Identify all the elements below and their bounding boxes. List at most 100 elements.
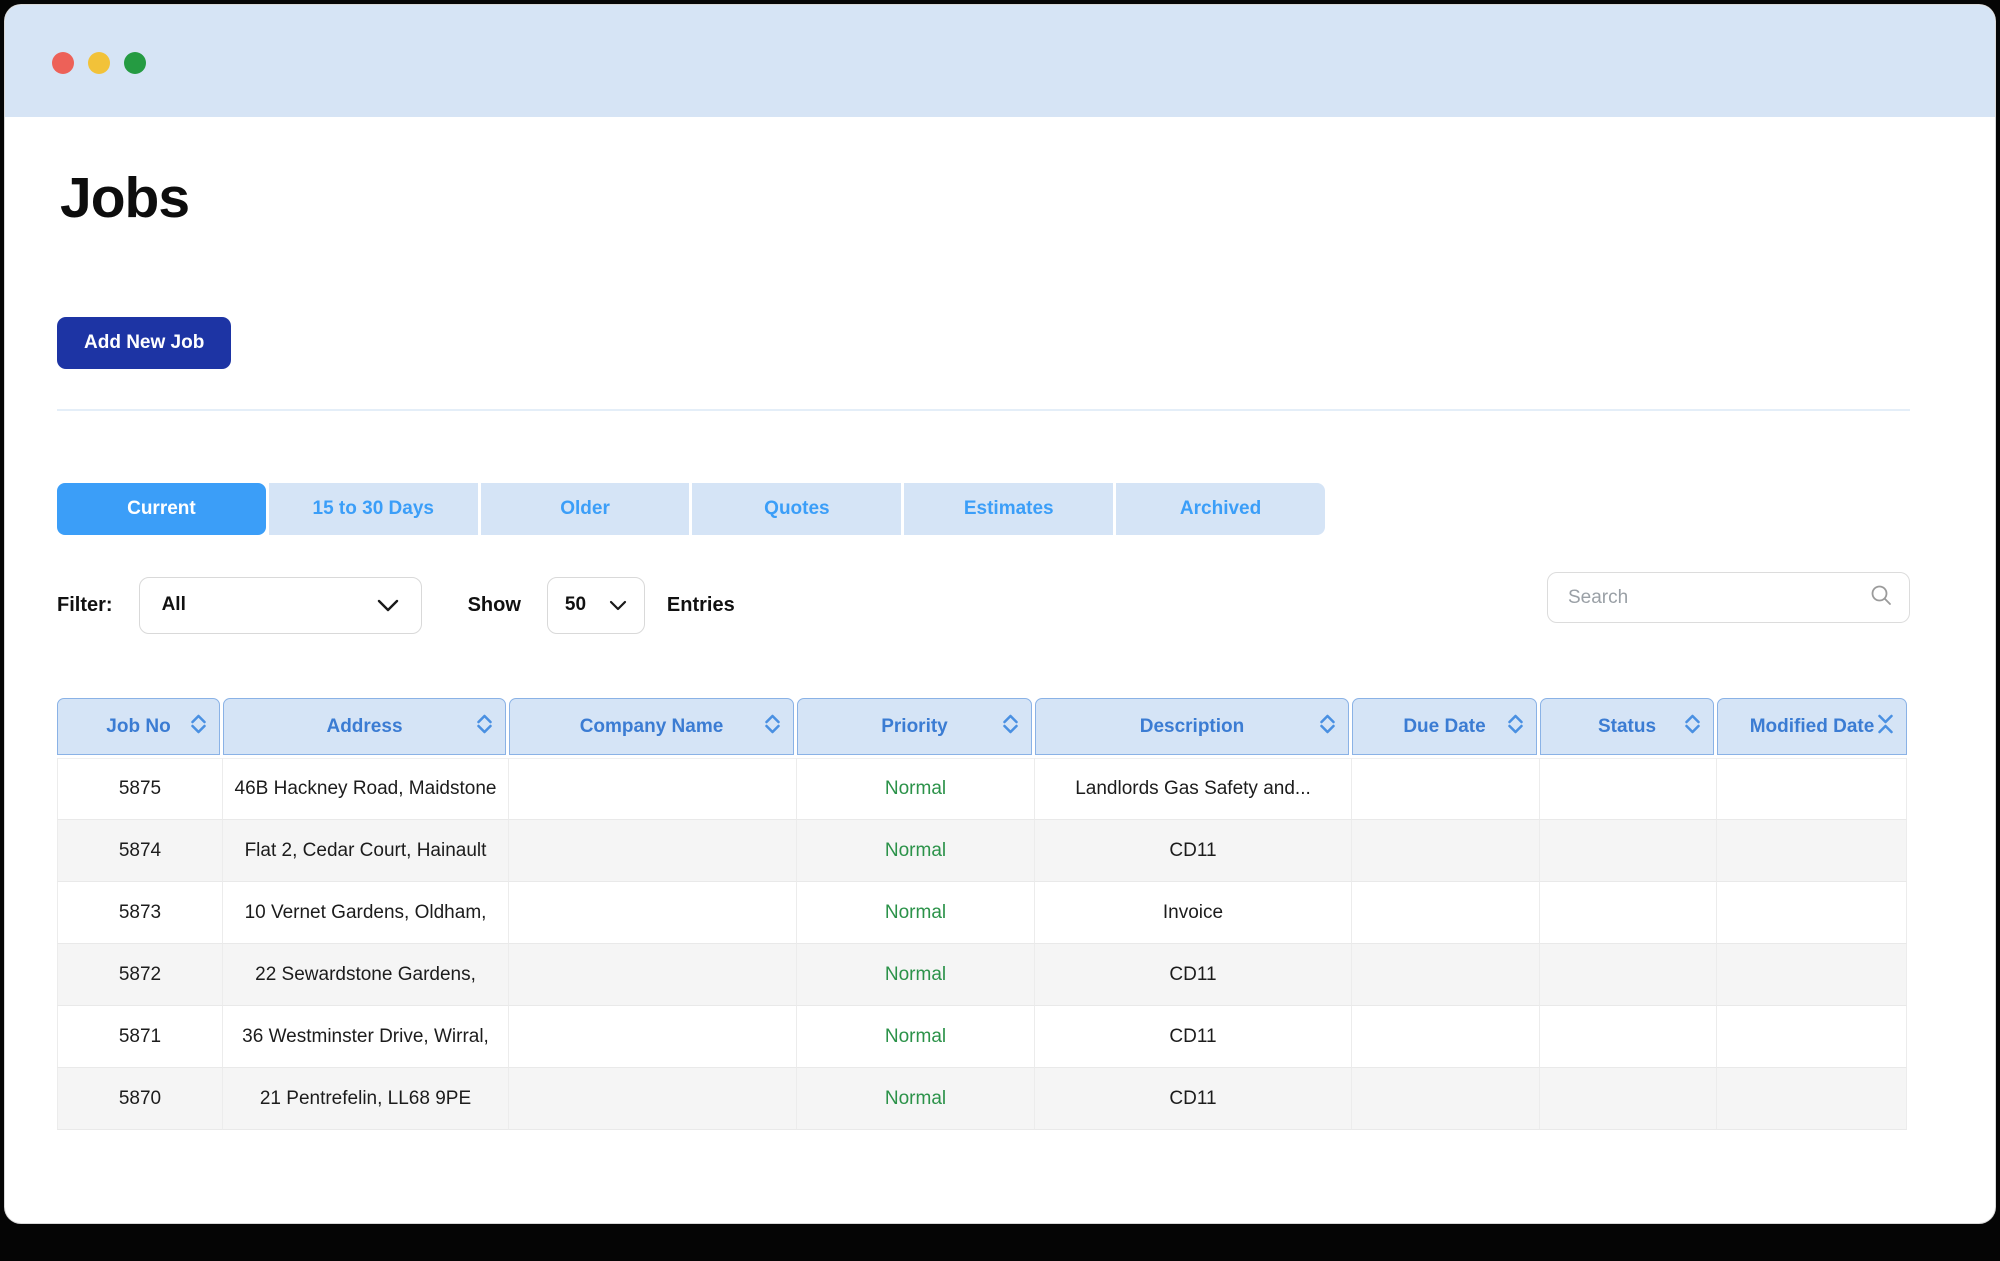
cell-modified-date: [1717, 944, 1907, 1006]
cell-status: [1540, 1006, 1717, 1068]
cell-address: 36 Westminster Drive, Wirral,: [223, 1006, 509, 1068]
table-row-job-5871[interactable]: 5871 36 Westminster Drive, Wirral, Normal C…: [57, 1006, 1907, 1068]
cell-address: 21 Pentrefelin, LL68 9PE: [223, 1068, 509, 1130]
cell-description: Invoice: [1035, 882, 1352, 944]
column-header-company-name[interactable]: Company Name: [509, 698, 794, 755]
cell-description: CD11: [1035, 944, 1352, 1006]
column-header-due-date[interactable]: Due Date: [1352, 698, 1537, 755]
sort-icon[interactable]: [191, 714, 206, 740]
column-header-priority[interactable]: Priority: [797, 698, 1032, 755]
sort-icon[interactable]: [1320, 714, 1335, 740]
cell-due-date: [1352, 820, 1540, 882]
show-entries-value: 50: [564, 594, 587, 615]
filter-dropdown-value: All: [161, 594, 186, 615]
cell-status: [1540, 882, 1717, 944]
sort-icon[interactable]: [765, 714, 780, 740]
cell-description: CD11: [1035, 1068, 1352, 1130]
cell-priority: Normal: [797, 1068, 1035, 1130]
cell-status: [1540, 944, 1717, 1006]
jobs-table-header: Job No Address Company Name Priority Descrip…: [57, 698, 1907, 755]
add-new-job-button[interactable]: Add New Job: [57, 317, 232, 369]
cell-priority: Normal: [797, 1006, 1035, 1068]
cell-priority: Normal: [797, 944, 1035, 1006]
entries-label: Entries: [666, 593, 735, 616]
column-label: Company Name: [579, 715, 724, 737]
column-header-address[interactable]: Address: [223, 698, 506, 755]
cell-job-no: 5872: [57, 944, 223, 1006]
traffic-lights: [52, 52, 146, 74]
cell-status: [1540, 820, 1717, 882]
cell-modified-date: [1717, 1068, 1907, 1130]
column-header-description[interactable]: Description: [1035, 698, 1349, 755]
show-entries-dropdown[interactable]: 50: [546, 576, 645, 634]
filter-row: Filter: All Show 50 Entries: [57, 576, 735, 634]
cell-status: [1540, 1068, 1717, 1130]
column-label: Description: [1139, 715, 1245, 737]
jobs-table: Job No Address Company Name Priority Descrip…: [57, 698, 1907, 1130]
search-box: [1547, 572, 1910, 623]
table-row-job-5872[interactable]: 5872 22 Sewardstone Gardens, Normal CD11: [57, 944, 1907, 1006]
zoom-window-button[interactable]: [124, 52, 146, 74]
column-header-job-no[interactable]: Job No: [57, 698, 220, 755]
filter-label: Filter:: [57, 593, 113, 616]
sort-icon[interactable]: [1003, 714, 1018, 740]
sort-icon[interactable]: [1685, 714, 1700, 740]
cell-due-date: [1352, 882, 1540, 944]
cell-job-no: 5874: [57, 820, 223, 882]
tab-15-to-30-days[interactable]: 15 to 30 Days: [268, 483, 478, 535]
cell-description: Landlords Gas Safety and...: [1035, 758, 1352, 820]
tab-older[interactable]: Older: [480, 483, 690, 535]
column-label: Modified Date: [1749, 715, 1875, 737]
chevron-down-icon: [609, 600, 627, 611]
cell-company-name: [509, 1006, 797, 1068]
cell-address: Flat 2, Cedar Court, Hainault: [223, 820, 509, 882]
cell-description: CD11: [1035, 820, 1352, 882]
cell-job-no: 5870: [57, 1068, 223, 1130]
cell-due-date: [1352, 1006, 1540, 1068]
page-title: Jobs: [60, 166, 190, 230]
tab-bar: Current 15 to 30 Days Older Quotes Estimates…: [57, 483, 1325, 535]
cell-job-no: 5875: [57, 758, 223, 820]
column-header-status[interactable]: Status: [1540, 698, 1714, 755]
minimize-window-button[interactable]: [88, 52, 110, 74]
cell-modified-date: [1717, 1006, 1907, 1068]
close-window-button[interactable]: [52, 52, 74, 74]
cell-company-name: [509, 944, 797, 1006]
cell-modified-date: [1717, 820, 1907, 882]
tab-estimates[interactable]: Estimates: [904, 483, 1114, 535]
window-titlebar: [5, 5, 1995, 117]
column-label: Job No: [106, 715, 171, 737]
column-label: Status: [1597, 715, 1657, 737]
table-row-job-5875[interactable]: 5875 46B Hackney Road, Maidstone Normal Lan…: [57, 758, 1907, 820]
cell-due-date: [1352, 1068, 1540, 1130]
column-label: Due Date: [1403, 715, 1486, 737]
tab-archived[interactable]: Archived: [1116, 483, 1325, 535]
search-input[interactable]: [1568, 586, 1869, 609]
jobs-table-body: 5875 46B Hackney Road, Maidstone Normal Lan…: [57, 758, 1907, 1130]
filter-dropdown[interactable]: All: [138, 576, 422, 634]
section-divider: [57, 409, 1910, 411]
cell-modified-date: [1717, 758, 1907, 820]
search-icon: [1869, 583, 1893, 612]
cell-due-date: [1352, 758, 1540, 820]
tab-current[interactable]: Current: [57, 483, 266, 535]
cell-job-no: 5873: [57, 882, 223, 944]
cell-address: 22 Sewardstone Gardens,: [223, 944, 509, 1006]
show-label: Show: [467, 593, 521, 616]
sort-icon[interactable]: [477, 714, 492, 740]
cell-company-name: [509, 758, 797, 820]
cell-description: CD11: [1035, 1006, 1352, 1068]
sort-icon[interactable]: [1508, 714, 1523, 740]
tab-quotes[interactable]: Quotes: [692, 483, 902, 535]
table-row-job-5873[interactable]: 5873 10 Vernet Gardens, Oldham, Normal Invo…: [57, 882, 1907, 944]
cell-address: 10 Vernet Gardens, Oldham,: [223, 882, 509, 944]
cell-due-date: [1352, 944, 1540, 1006]
sort-icon[interactable]: [1878, 714, 1893, 740]
cell-status: [1540, 758, 1717, 820]
app-window: Jobs Add New Job Current 15 to 30 Days Old…: [5, 5, 1995, 1223]
table-row-job-5874[interactable]: 5874 Flat 2, Cedar Court, Hainault Normal C…: [57, 820, 1907, 882]
cell-company-name: [509, 1068, 797, 1130]
column-header-modified-date[interactable]: Modified Date: [1717, 698, 1907, 755]
cell-modified-date: [1717, 882, 1907, 944]
table-row-job-5870[interactable]: 5870 21 Pentrefelin, LL68 9PE Normal CD11: [57, 1068, 1907, 1130]
